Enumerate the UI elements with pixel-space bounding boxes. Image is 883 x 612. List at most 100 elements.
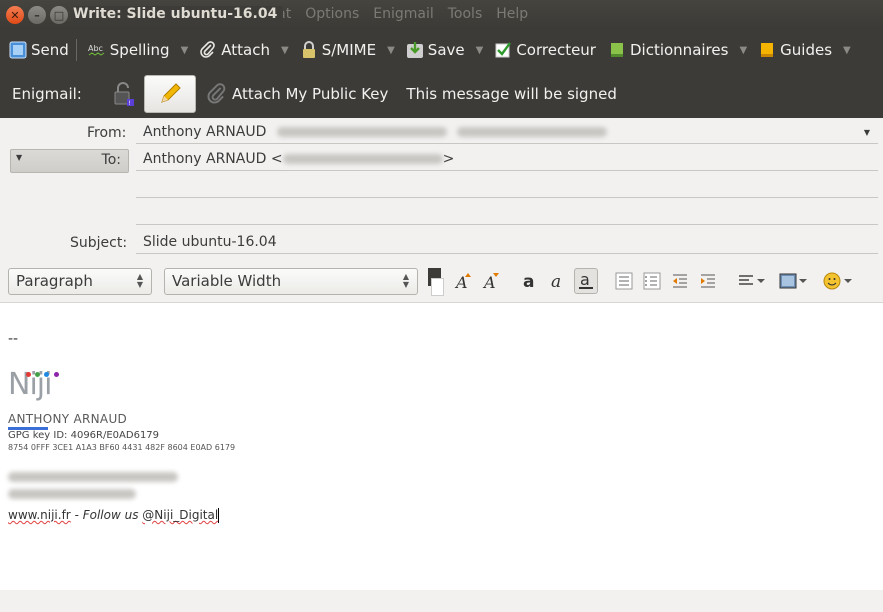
encrypt-toggle[interactable]: ! [104,74,144,114]
logo-dot-green [35,372,40,377]
save-icon [406,42,423,58]
recipient-row-3[interactable] [136,203,878,225]
spinner-icon: ▲ ▼ [136,271,143,289]
insert-smiley-button[interactable] [822,268,854,294]
outdent-button[interactable] [668,268,692,294]
maximize-icon[interactable]: □ [50,6,68,24]
spelling-dropdown-icon[interactable]: ▼ [181,45,189,56]
unlocked-padlock-icon: ! [114,82,134,107]
gpg-key-id: GPG key ID: 4096R/E0AD6179 [8,430,160,441]
image-icon [779,273,807,289]
numbered-list-button[interactable] [640,268,664,294]
guides-dropdown-icon[interactable]: ▼ [843,45,851,56]
font-larger-icon: A [482,273,499,291]
svg-text:a: a [551,272,561,291]
signing-status: This message will be signed [406,85,617,103]
italic-button[interactable]: a [546,268,570,294]
dictionnaires-dropdown-icon[interactable]: ▼ [739,45,747,56]
save-button[interactable]: Save [403,35,468,65]
subject-label: Subject: [70,235,127,251]
larger-font-button[interactable]: A [480,268,504,294]
to-close: > [442,151,455,167]
dictionnaires-label: Dictionnaires [629,41,729,59]
svg-text:a: a [523,272,534,291]
email-redacted [8,486,136,502]
spelling-label: Spelling [109,41,170,59]
send-icon [9,41,27,59]
underline-button[interactable]: a [574,268,598,294]
svg-text:!: ! [129,100,131,107]
signature-links: www.niji.fr - Follow us @Niji_Digital [8,508,220,523]
twitter-handle[interactable]: @Niji_Digital [142,508,218,522]
minimize-icon[interactable]: – [28,6,46,24]
svg-text:Abc: Abc [88,44,103,53]
from-email-redacted [276,127,447,137]
italic-icon: a [551,272,561,291]
smime-dropdown-icon[interactable]: ▼ [387,45,395,56]
attach-public-key-button[interactable]: Attach My Public Key [206,83,388,105]
menu-enigmail[interactable]: Enigmail [373,6,434,22]
correcteur-button[interactable]: Correcteur [491,35,599,65]
subject-field[interactable]: Slide ubuntu-16.04 [136,232,878,254]
font-select[interactable]: Variable Width ▲ ▼ [164,267,418,295]
spinner-icon: ▲ ▼ [402,271,409,289]
subject-value: Slide ubuntu-16.04 [143,234,277,250]
links-dash: - [70,508,83,522]
from-select[interactable]: Anthony ARNAUD ▼ [136,122,878,144]
guides-button[interactable]: Guides [755,35,835,65]
underline-icon: a [579,271,593,289]
smime-button[interactable]: S/MIME [297,35,379,65]
menu-help[interactable]: Help [496,6,528,22]
lock-icon [302,41,315,58]
smime-label: S/MIME [321,41,377,59]
compose-toolbar: Send Abc Spelling ▼ Attach ▼ S/MIME ▼ Sa… [0,30,883,70]
from-name: Anthony ARNAUD [143,124,267,140]
close-icon[interactable]: ✕ [6,6,24,24]
svg-text:a: a [580,271,590,289]
send-label: Send [31,41,69,59]
website-link[interactable]: www.niji.fr [8,508,71,522]
smaller-font-button[interactable]: A [452,268,476,294]
paragraph-format-select[interactable]: Paragraph ▲ ▼ [8,267,152,295]
menu-options[interactable]: Options [305,6,359,22]
save-dropdown-icon[interactable]: ▼ [476,45,484,56]
sign-toggle[interactable] [144,75,196,113]
svg-text:A: A [454,273,468,291]
send-button[interactable]: Send [6,35,72,65]
svg-text:A: A [482,273,496,291]
logo-dot-blue [44,372,49,377]
paragraph-format-value: Paragraph [16,272,93,290]
from-email-redacted-2 [457,127,608,137]
checkbox-icon [495,42,512,58]
title-bar: ✕ – □ rmat Options Enigmail Tools Help W… [0,0,883,30]
book-icon [610,43,623,57]
font-value: Variable Width [172,272,282,290]
align-left-icon [739,275,765,285]
bold-button[interactable]: a [518,268,542,294]
recipient-type-select[interactable]: ▼ To: [10,149,129,173]
attach-dropdown-icon[interactable]: ▼ [281,45,289,56]
text-color-picker[interactable] [426,266,446,296]
bullet-list-button[interactable] [612,268,636,294]
smiley-icon [823,272,852,290]
recipient-row-2[interactable] [136,176,878,198]
font-smaller-icon: A [454,273,471,291]
spelling-button[interactable]: Abc Spelling [85,35,173,65]
enigmail-bar: Enigmail: ! Attach My Public Key This me… [0,70,883,118]
from-dropdown-icon: ▼ [863,128,870,137]
menu-tools[interactable]: Tools [448,6,483,22]
text-cursor [218,508,220,523]
indent-button[interactable] [696,268,720,294]
to-field[interactable]: Anthony ARNAUD < > [136,149,878,171]
insert-image-button[interactable] [778,268,810,294]
outdent-icon [673,274,687,288]
align-button[interactable] [736,268,768,294]
dictionnaires-button[interactable]: Dictionnaires [605,35,731,65]
guides-label: Guides [780,41,833,59]
attach-button[interactable]: Attach [196,35,273,65]
attach-label: Attach [221,41,271,59]
signature-name: ANTHONY ARNAUD [8,412,128,426]
paperclip-icon [200,41,216,58]
message-body[interactable]: -- Niji ANTHONY ARNAUD GPG key ID: 4096R… [0,302,883,590]
status-strip [0,590,883,612]
